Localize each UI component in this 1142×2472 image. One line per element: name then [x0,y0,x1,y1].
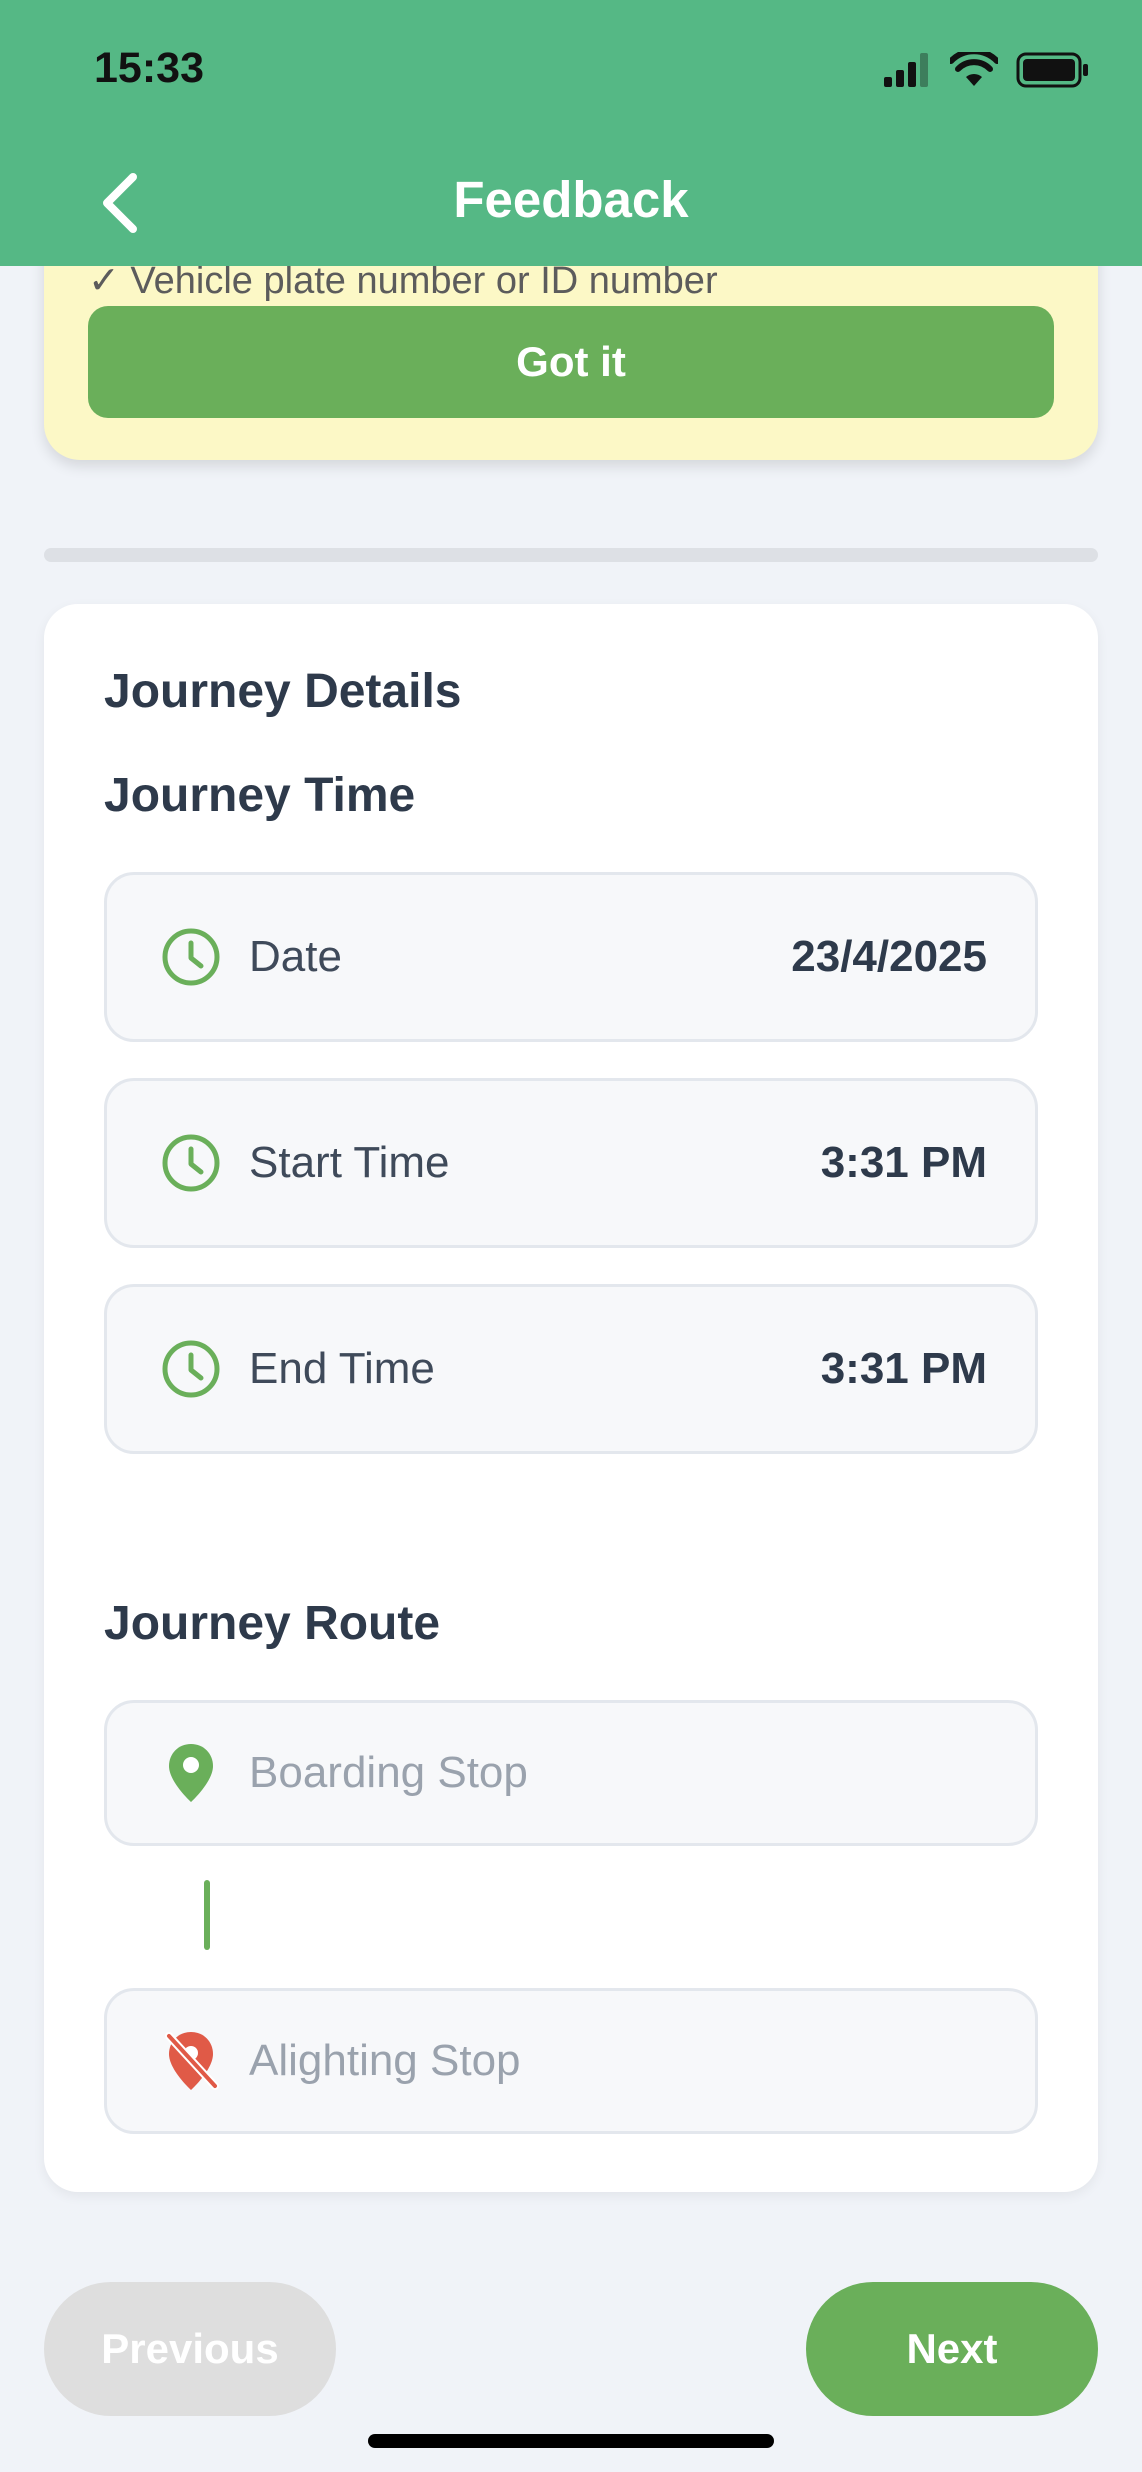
journey-time-title: Journey Time [104,769,416,822]
alighting-stop-placeholder: Alighting Stop [249,2036,521,2085]
previous-button[interactable]: Previous [44,2282,336,2416]
got-it-button[interactable]: Got it [88,306,1054,418]
start-time-field[interactable]: Start Time 3:31 PM [104,1078,1038,1248]
boarding-stop-placeholder: Boarding Stop [249,1748,528,1797]
nav-bar: Feedback [0,140,1142,266]
map-pin-icon [159,1741,223,1805]
clock-icon [159,1131,223,1195]
location-off-icon [159,2029,223,2093]
progress-track [44,548,1098,562]
battery-icon [1016,52,1090,93]
status-bar: 15:33 [0,0,1142,140]
end-time-value: 3:31 PM [820,1344,987,1393]
journey-route-title: Journey Route [104,1597,441,1650]
date-value: 23/4/2025 [791,932,987,981]
next-button[interactable]: Next [806,2282,1098,2416]
clock-icon [159,925,223,989]
section-title: Journey Details [104,665,462,718]
start-time-label: Start Time [249,1138,450,1187]
start-time-value: 3:31 PM [820,1138,987,1187]
end-time-label: End Time [249,1344,435,1393]
date-label: Date [249,932,342,981]
journey-details-card: Journey Details Journey Time Date 23/4/2… [44,604,1098,2192]
status-icons [884,48,1090,93]
alighting-stop-input[interactable]: Alighting Stop [104,1988,1038,2134]
clock-icon [159,1337,223,1401]
signal-icon [884,53,932,92]
end-time-field[interactable]: End Time 3:31 PM [104,1284,1038,1454]
boarding-stop-input[interactable]: Boarding Stop [104,1700,1038,1846]
home-indicator [368,2434,774,2448]
status-time: 15:33 [94,44,204,92]
wifi-icon [948,48,1000,93]
page-title: Feedback [453,171,689,228]
date-field[interactable]: Date 23/4/2025 [104,872,1038,1042]
route-connector [204,1880,210,1950]
